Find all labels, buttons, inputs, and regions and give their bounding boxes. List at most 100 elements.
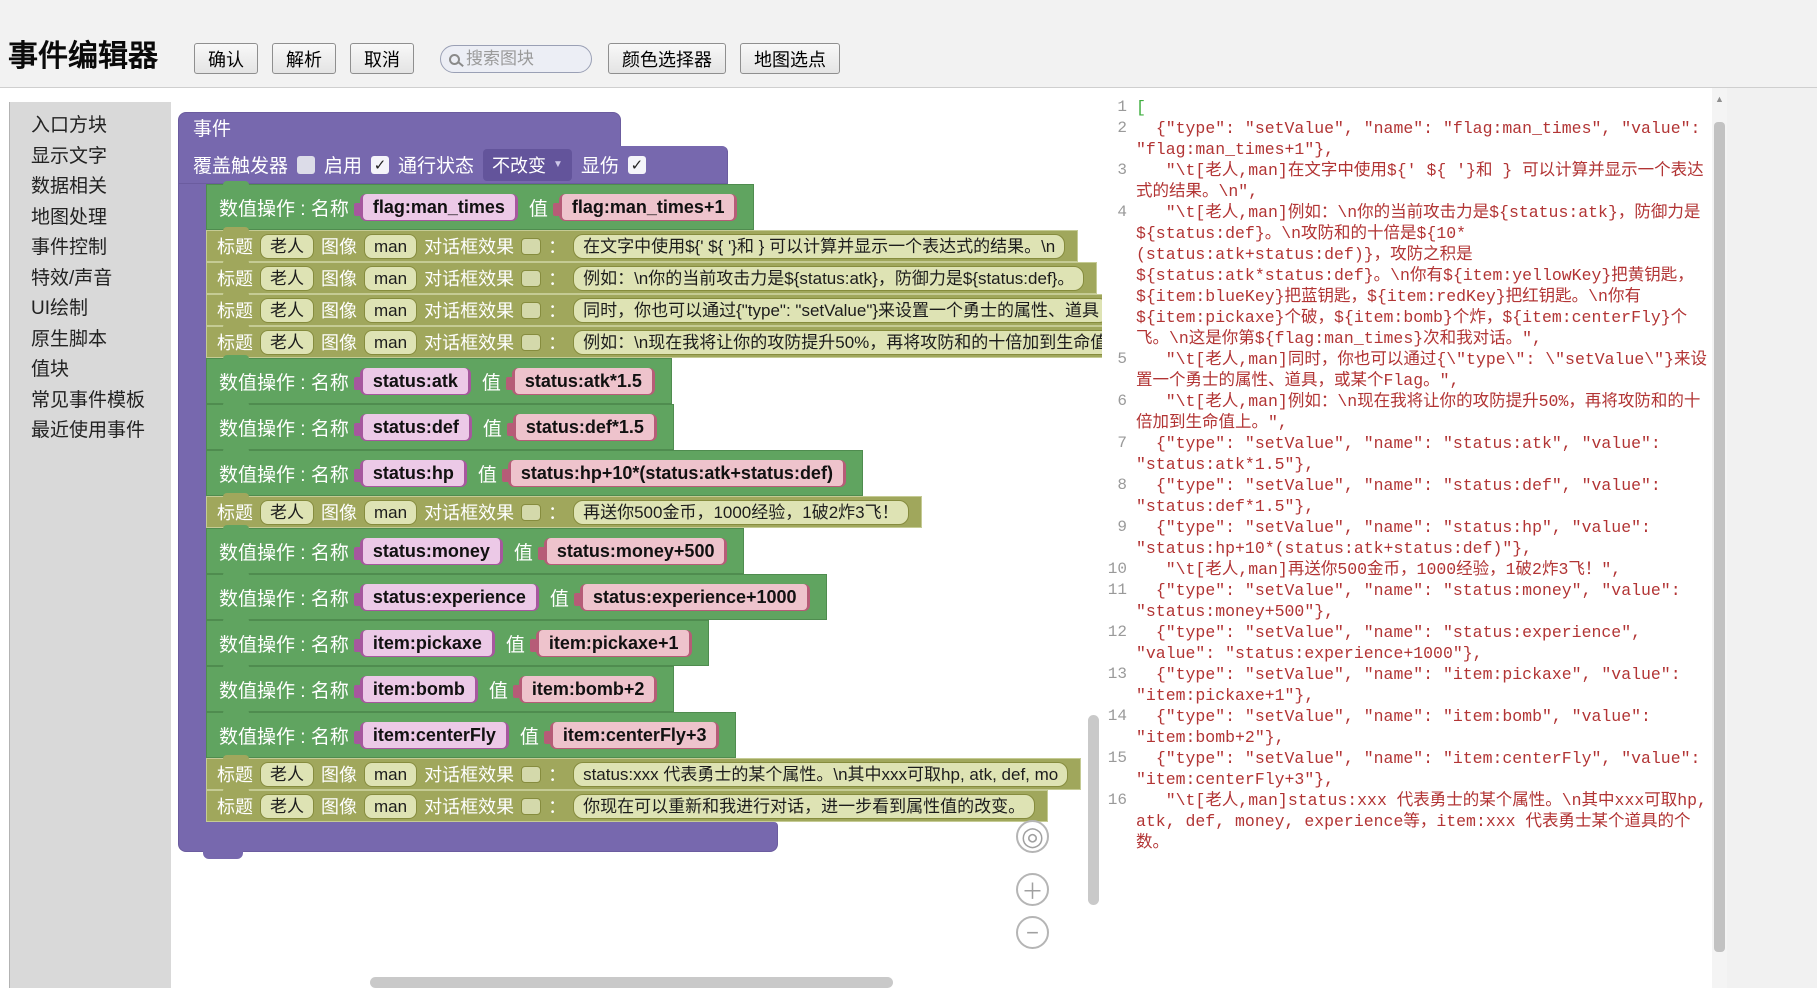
color-picker-button[interactable]: 颜色选择器 xyxy=(608,43,726,74)
code-scrollbar[interactable]: ▲ xyxy=(1712,88,1727,988)
name-field[interactable]: flag:man_times xyxy=(360,194,518,221)
value-field-value[interactable]: status:def*1.5 xyxy=(516,414,654,440)
sidebar-item-5[interactable]: 特效/声音 xyxy=(31,264,171,295)
canvas-vertical-scrollbar[interactable] xyxy=(1088,715,1099,905)
sidebar-item-6[interactable]: UI绘制 xyxy=(31,294,171,325)
name-field-value[interactable]: item:pickaxe xyxy=(363,630,492,656)
dialog-image-field[interactable]: man xyxy=(364,266,417,291)
value-field[interactable]: item:pickaxe+1 xyxy=(536,630,692,657)
dialog-effect-checkbox[interactable] xyxy=(521,302,541,319)
name-field[interactable]: item:centerFly xyxy=(360,722,509,749)
canvas-horizontal-scrollbar[interactable] xyxy=(370,977,893,988)
dialog-text-field[interactable]: status:xxx 代表勇士的某个属性。\n其中xxx可取hp, atk, d… xyxy=(573,762,1068,787)
dialog-text-field[interactable]: 例如：\n你的当前攻击力是${status:atk}，防御力是${status:… xyxy=(573,266,1084,291)
block-setvalue-row[interactable]: 数值操作 : 名称status:hp值status:hp+10*(status:… xyxy=(206,450,863,496)
block-dialog-row[interactable]: 标题老人图像man对话框效果：同时，你也可以通过{"type": "setVal… xyxy=(206,294,1102,326)
block-dialog-row[interactable]: 标题老人图像man对话框效果：再送你500金币，1000经验，1破2炸3飞！ xyxy=(206,496,922,528)
dialog-effect-checkbox[interactable] xyxy=(521,504,541,521)
sidebar-item-10[interactable]: 最近使用事件 xyxy=(31,416,171,447)
value-field[interactable]: item:centerFly+3 xyxy=(550,722,720,749)
value-field-value[interactable]: status:hp+10*(status:atk+status:def) xyxy=(511,460,843,486)
name-field[interactable]: status:atk xyxy=(360,368,471,395)
block-setvalue-row[interactable]: 数值操作 : 名称item:centerFly值item:centerFly+3 xyxy=(206,712,736,758)
dialog-effect-checkbox[interactable] xyxy=(521,270,541,287)
json-code-editor[interactable]: 1[2 {"type": "setValue", "name": "flag:m… xyxy=(1102,88,1712,988)
value-field[interactable]: status:money+500 xyxy=(544,538,728,565)
dialog-image-field[interactable]: man xyxy=(364,794,417,819)
dialog-image-field[interactable]: man xyxy=(364,234,417,259)
block-search[interactable] xyxy=(440,45,592,73)
name-field[interactable]: item:pickaxe xyxy=(360,630,495,657)
value-field-value[interactable]: status:money+500 xyxy=(547,538,725,564)
sidebar-item-2[interactable]: 数据相关 xyxy=(31,172,171,203)
dialog-effect-checkbox[interactable] xyxy=(521,766,541,783)
name-field-value[interactable]: status:experience xyxy=(363,584,536,610)
event-block[interactable]: 事件 覆盖触发器 启用 ✓ 通行状态 不改变 ▼ 显伤 ✓ 数值操作 : 名称f… xyxy=(178,112,1102,852)
dialog-effect-checkbox[interactable] xyxy=(521,238,541,255)
value-field[interactable]: status:def*1.5 xyxy=(513,414,657,441)
block-setvalue-row[interactable]: 数值操作 : 名称flag:man_times值flag:man_times+1 xyxy=(206,184,754,230)
dialog-text-field[interactable]: 再送你500金币，1000经验，1破2炸3飞！ xyxy=(573,500,909,525)
name-field[interactable]: item:bomb xyxy=(360,676,478,703)
value-field-value[interactable]: status:experience+1000 xyxy=(583,584,807,610)
code-scrollbar-thumb[interactable] xyxy=(1714,122,1725,952)
value-field[interactable]: status:hp+10*(status:atk+status:def) xyxy=(508,460,846,487)
value-field[interactable]: item:bomb+2 xyxy=(519,676,658,703)
dialog-text-field[interactable]: 你现在可以重新和我进行对话，进一步看到属性值的改变。 xyxy=(573,794,1035,819)
value-field[interactable]: status:experience+1000 xyxy=(580,584,810,611)
recenter-button[interactable]: ◎ xyxy=(1016,820,1049,853)
sidebar-item-8[interactable]: 值块 xyxy=(31,355,171,386)
trigger-checkbox[interactable] xyxy=(297,156,315,174)
name-field[interactable]: status:experience xyxy=(360,584,539,611)
block-setvalue-row[interactable]: 数值操作 : 名称status:def值status:def*1.5 xyxy=(206,404,674,450)
dialog-image-field[interactable]: man xyxy=(364,330,417,355)
name-field-value[interactable]: flag:man_times xyxy=(363,194,515,220)
block-setvalue-row[interactable]: 数值操作 : 名称status:money值status:money+500 xyxy=(206,528,744,574)
block-dialog-row[interactable]: 标题老人图像man对话框效果：你现在可以重新和我进行对话，进一步看到属性值的改变… xyxy=(206,790,1048,822)
zoom-out-button[interactable]: − xyxy=(1016,916,1049,949)
dialog-title-field[interactable]: 老人 xyxy=(260,794,314,819)
damage-checkbox[interactable]: ✓ xyxy=(628,156,646,174)
block-setvalue-row[interactable]: 数值操作 : 名称item:bomb值item:bomb+2 xyxy=(206,666,674,712)
dialog-text-field[interactable]: 例如：\n现在我将让你的攻防提升50%，再将攻防和的十倍加到生命值上 xyxy=(573,330,1102,355)
block-dialog-row[interactable]: 标题老人图像man对话框效果：在文字中使用${' ${ '}和 } 可以计算并显… xyxy=(206,230,1078,262)
search-input[interactable] xyxy=(466,49,584,69)
dialog-title-field[interactable]: 老人 xyxy=(260,500,314,525)
event-block-title[interactable]: 事件 xyxy=(178,112,621,146)
block-dialog-row[interactable]: 标题老人图像man对话框效果：例如：\n你的当前攻击力是${status:atk… xyxy=(206,262,1097,294)
dialog-image-field[interactable]: man xyxy=(364,500,417,525)
dialog-title-field[interactable]: 老人 xyxy=(260,266,314,291)
dialog-image-field[interactable]: man xyxy=(364,298,417,323)
name-field[interactable]: status:money xyxy=(360,538,503,565)
sidebar-item-9[interactable]: 常见事件模板 xyxy=(31,386,171,417)
sidebar-item-7[interactable]: 原生脚本 xyxy=(31,325,171,356)
block-dialog-row[interactable]: 标题老人图像man对话框效果：status:xxx 代表勇士的某个属性。\n其中… xyxy=(206,758,1081,790)
dialog-title-field[interactable]: 老人 xyxy=(260,298,314,323)
dialog-effect-checkbox[interactable] xyxy=(521,798,541,815)
sidebar-item-1[interactable]: 显示文字 xyxy=(31,142,171,173)
sidebar-item-4[interactable]: 事件控制 xyxy=(31,233,171,264)
name-field-value[interactable]: item:bomb xyxy=(363,676,475,702)
name-field[interactable]: status:def xyxy=(360,414,472,441)
name-field-value[interactable]: status:def xyxy=(363,414,469,440)
toolbar-button-1[interactable]: 解析 xyxy=(272,43,336,74)
value-field-value[interactable]: item:bomb+2 xyxy=(522,676,655,702)
dialog-image-field[interactable]: man xyxy=(364,762,417,787)
value-field-value[interactable]: item:centerFly+3 xyxy=(553,722,717,748)
dialog-title-field[interactable]: 老人 xyxy=(260,330,314,355)
dialog-title-field[interactable]: 老人 xyxy=(260,234,314,259)
dialog-title-field[interactable]: 老人 xyxy=(260,762,314,787)
value-field-value[interactable]: status:atk*1.5 xyxy=(515,368,652,394)
name-field[interactable]: status:hp xyxy=(360,460,467,487)
dialog-text-field[interactable]: 在文字中使用${' ${ '}和 } 可以计算并显示一个表达式的结果。\n xyxy=(573,234,1065,259)
block-setvalue-row[interactable]: 数值操作 : 名称status:experience值status:experi… xyxy=(206,574,827,620)
block-setvalue-row[interactable]: 数值操作 : 名称item:pickaxe值item:pickaxe+1 xyxy=(206,620,709,666)
value-field[interactable]: status:atk*1.5 xyxy=(512,368,655,395)
toolbar-button-0[interactable]: 确认 xyxy=(194,43,258,74)
dialog-effect-checkbox[interactable] xyxy=(521,334,541,351)
enable-checkbox[interactable]: ✓ xyxy=(371,156,389,174)
value-field[interactable]: flag:man_times+1 xyxy=(559,194,738,221)
name-field-value[interactable]: status:atk xyxy=(363,368,468,394)
zoom-in-button[interactable]: ＋ xyxy=(1016,873,1049,906)
toolbar-button-2[interactable]: 取消 xyxy=(350,43,414,74)
